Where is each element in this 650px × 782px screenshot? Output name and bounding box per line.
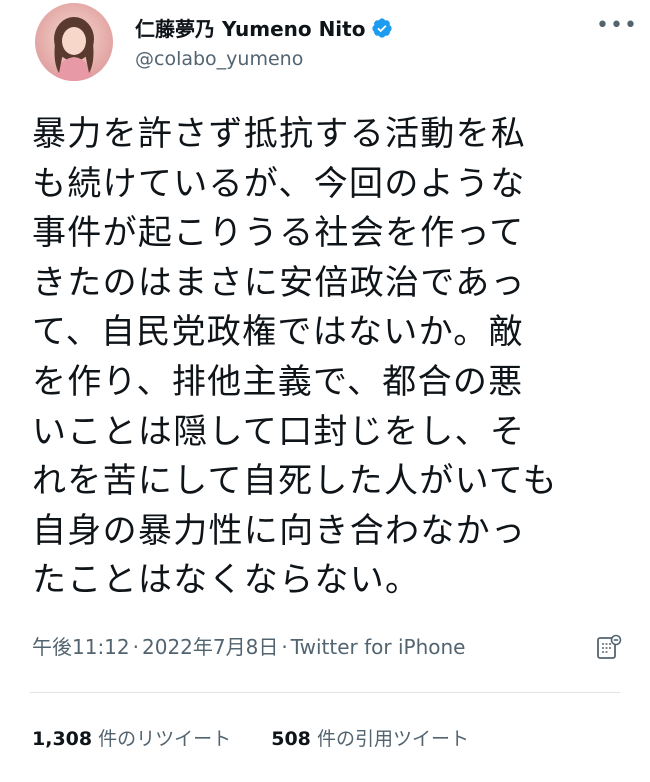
tweet-stats: 1,308 件のリツイート 508 件の引用ツイート [32,724,503,751]
quotes-count: 508 [271,728,311,750]
tweet-date[interactable]: 2022年7月8日 [142,635,278,659]
avatar[interactable] [35,3,113,81]
tweet-source[interactable]: Twitter for iPhone [291,635,466,659]
display-name[interactable]: 仁藤夢乃 Yumeno Nito [135,13,393,42]
avatar-image [54,17,94,81]
retweets-count: 1,308 [32,728,93,750]
retweets-stat[interactable]: 1,308 件のリツイート [32,724,231,751]
retweets-label: 件のリツイート [98,728,232,750]
user-handle[interactable]: @colabo_yumeno [135,48,303,70]
verified-badge-icon [372,17,393,38]
quote-tweets-stat[interactable]: 508 件の引用ツイート [271,724,469,751]
more-options-icon[interactable]: ••• [596,15,638,37]
tweet-time[interactable]: 午後11:12 [32,635,130,659]
copy-text-icon[interactable] [595,633,623,661]
tweet-metadata: 午後11:12 · 2022年7月8日 · Twitter for iPhone [32,635,466,659]
tweet-text: 暴力を許さず抵抗する活動を私 も続けているが、今回のような 事件が起こりうる社会… [32,114,558,601]
display-name-text[interactable]: 仁藤夢乃 Yumeno Nito [135,13,365,42]
quotes-label: 件の引用ツイート [316,728,469,750]
divider [30,692,620,693]
